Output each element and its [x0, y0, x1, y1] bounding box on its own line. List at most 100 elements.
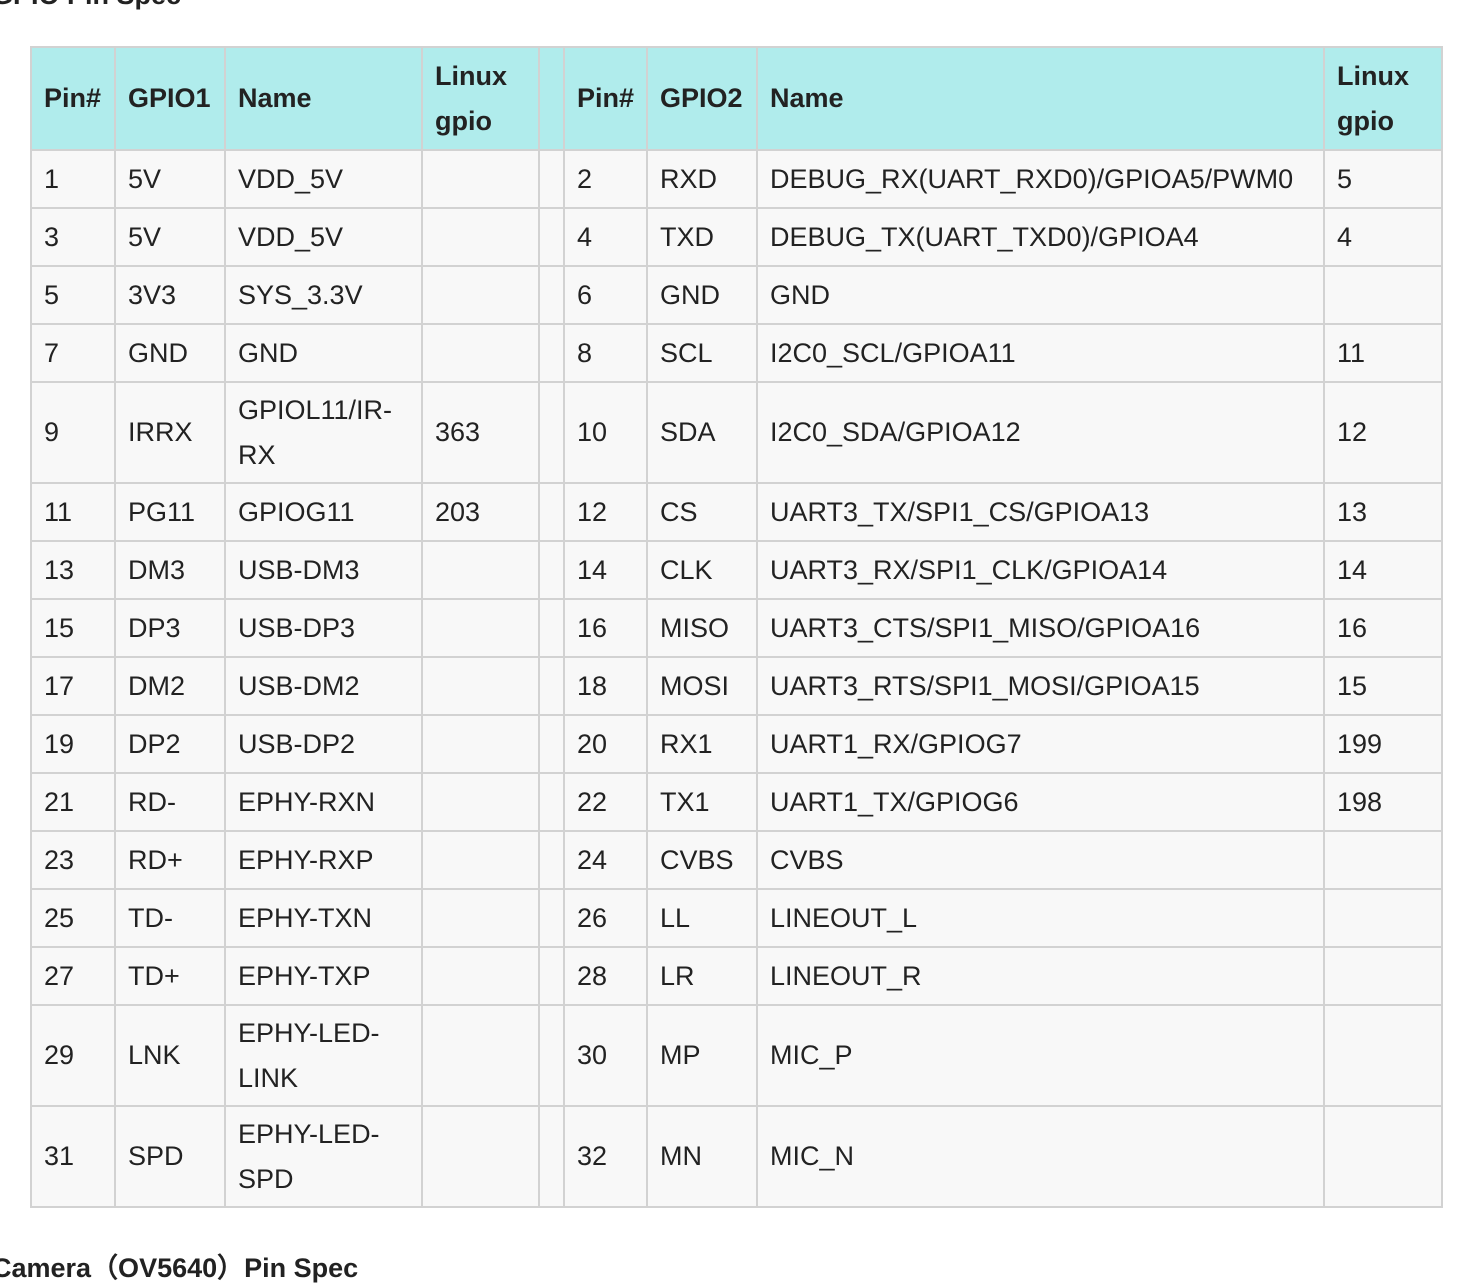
cell-pin-1: 31 — [30, 1105, 116, 1208]
gpio-pin-spec-heading: GPIO Pin Spec — [0, 0, 181, 11]
table-row: 9 IRRX GPIOL11/IR-RX 363 10 SDA I2C0_SDA/GPIOA… — [30, 381, 1443, 484]
cell-linux-gpio-2 — [1323, 1105, 1443, 1208]
cell-pin-2: 10 — [563, 381, 648, 484]
cell-linux-gpio-2 — [1323, 888, 1443, 948]
cell-linux-gpio-2 — [1323, 946, 1443, 1006]
column-separator — [538, 265, 565, 325]
cell-name-1: EPHY-RXP — [224, 830, 423, 890]
cell-linux-gpio-1 — [421, 830, 540, 890]
cell-linux-gpio-1 — [421, 323, 540, 383]
cell-gpio-2: SCL — [646, 323, 758, 383]
cell-name-1: GPIOL11/IR-RX — [224, 381, 423, 484]
cell-linux-gpio-1 — [421, 714, 540, 774]
table-row: 21 RD- EPHY-RXN 22 TX1 UART1_TX/GPIOG6 198 — [30, 772, 1443, 832]
cell-name-1: GND — [224, 323, 423, 383]
header-linux-gpio-2: Linux gpio — [1323, 46, 1443, 151]
cell-linux-gpio-1 — [421, 946, 540, 1006]
cell-linux-gpio-1 — [421, 265, 540, 325]
column-separator — [538, 149, 565, 209]
cell-name-1: USB-DM3 — [224, 540, 423, 600]
table-row: 19 DP2 USB-DP2 20 RX1 UART1_RX/GPIOG7 199 — [30, 714, 1443, 774]
cell-name-2: MIC_N — [756, 1105, 1325, 1208]
column-separator — [538, 888, 565, 948]
cell-linux-gpio-2: 4 — [1323, 207, 1443, 267]
cell-pin-2: 24 — [563, 830, 648, 890]
cell-name-1: EPHY-TXP — [224, 946, 423, 1006]
table-row: 11 PG11 GPIOG11 203 12 CS UART3_TX/SPI1_CS/GPI… — [30, 482, 1443, 542]
header-name-1: Name — [224, 46, 423, 151]
cell-gpio-2: MOSI — [646, 656, 758, 716]
cell-linux-gpio-2: 13 — [1323, 482, 1443, 542]
cell-pin-2: 26 — [563, 888, 648, 948]
cell-linux-gpio-2: 5 — [1323, 149, 1443, 209]
table-row: 29 LNK EPHY-LED-LINK 30 MP MIC_P — [30, 1004, 1443, 1107]
table-row: 17 DM2 USB-DM2 18 MOSI UART3_RTS/SPI1_MOSI/GP… — [30, 656, 1443, 716]
cell-pin-2: 28 — [563, 946, 648, 1006]
table-row: 3 5V VDD_5V 4 TXD DEBUG_TX(UART_TXD0)/GPIOA4 4 — [30, 207, 1443, 267]
cell-name-2: DEBUG_TX(UART_TXD0)/GPIOA4 — [756, 207, 1325, 267]
cell-linux-gpio-2 — [1323, 1004, 1443, 1107]
column-separator — [538, 323, 565, 383]
cell-gpio-1: RD+ — [114, 830, 226, 890]
cell-gpio-2: MN — [646, 1105, 758, 1208]
cell-pin-2: 16 — [563, 598, 648, 658]
cell-name-1: SYS_3.3V — [224, 265, 423, 325]
column-separator — [538, 1004, 565, 1107]
cell-linux-gpio-1 — [421, 1004, 540, 1107]
table-row: 7 GND GND 8 SCL I2C0_SCL/GPIOA11 11 — [30, 323, 1443, 383]
cell-name-1: GPIOG11 — [224, 482, 423, 542]
cell-linux-gpio-1 — [421, 1105, 540, 1208]
cell-gpio-2: CS — [646, 482, 758, 542]
cell-pin-1: 19 — [30, 714, 116, 774]
cell-linux-gpio-2: 14 — [1323, 540, 1443, 600]
cell-pin-2: 32 — [563, 1105, 648, 1208]
cell-gpio-1: 3V3 — [114, 265, 226, 325]
header-name-2: Name — [756, 46, 1325, 151]
header-pin-1: Pin# — [30, 46, 116, 151]
cell-name-2: I2C0_SCL/GPIOA11 — [756, 323, 1325, 383]
cell-gpio-1: PG11 — [114, 482, 226, 542]
cell-gpio-2: RX1 — [646, 714, 758, 774]
column-separator — [538, 482, 565, 542]
cell-name-2: UART1_TX/GPIOG6 — [756, 772, 1325, 832]
cell-pin-1: 23 — [30, 830, 116, 890]
cell-linux-gpio-1 — [421, 656, 540, 716]
cell-gpio-2: MISO — [646, 598, 758, 658]
column-separator — [538, 1105, 565, 1208]
cell-pin-2: 2 — [563, 149, 648, 209]
header-gpio-2: GPIO2 — [646, 46, 758, 151]
table-row: 31 SPD EPHY-LED-SPD 32 MN MIC_N — [30, 1105, 1443, 1208]
cell-linux-gpio-1 — [421, 207, 540, 267]
table-row: 1 5V VDD_5V 2 RXD DEBUG_RX(UART_RXD0)/GPIOA5/… — [30, 149, 1443, 209]
header-linux-gpio-1: Linux gpio — [421, 46, 540, 151]
cell-gpio-2: CVBS — [646, 830, 758, 890]
cell-pin-2: 6 — [563, 265, 648, 325]
cell-name-2: I2C0_SDA/GPIOA12 — [756, 381, 1325, 484]
column-separator — [538, 656, 565, 716]
cell-name-2: UART3_RTS/SPI1_MOSI/GPIOA15 — [756, 656, 1325, 716]
cell-name-2: LINEOUT_R — [756, 946, 1325, 1006]
column-separator — [538, 381, 565, 484]
cell-name-2: CVBS — [756, 830, 1325, 890]
cell-gpio-2: TXD — [646, 207, 758, 267]
cell-name-1: EPHY-RXN — [224, 772, 423, 832]
column-separator — [538, 46, 565, 151]
column-separator — [538, 598, 565, 658]
cell-gpio-2: RXD — [646, 149, 758, 209]
cell-name-1: EPHY-TXN — [224, 888, 423, 948]
cell-linux-gpio-2: 15 — [1323, 656, 1443, 716]
header-pin-2: Pin# — [563, 46, 648, 151]
table-row: 15 DP3 USB-DP3 16 MISO UART3_CTS/SPI1_MISO/GP… — [30, 598, 1443, 658]
cell-name-2: UART1_RX/GPIOG7 — [756, 714, 1325, 774]
cell-linux-gpio-2: 12 — [1323, 381, 1443, 484]
cell-pin-2: 4 — [563, 207, 648, 267]
table-row: 23 RD+ EPHY-RXP 24 CVBS CVBS — [30, 830, 1443, 890]
cell-gpio-2: GND — [646, 265, 758, 325]
column-separator — [538, 830, 565, 890]
cell-gpio-2: LL — [646, 888, 758, 948]
table-row: 5 3V3 SYS_3.3V 6 GND GND — [30, 265, 1443, 325]
cell-gpio-1: GND — [114, 323, 226, 383]
cell-gpio-1: LNK — [114, 1004, 226, 1107]
cell-name-2: UART3_CTS/SPI1_MISO/GPIOA16 — [756, 598, 1325, 658]
cell-gpio-1: TD- — [114, 888, 226, 948]
